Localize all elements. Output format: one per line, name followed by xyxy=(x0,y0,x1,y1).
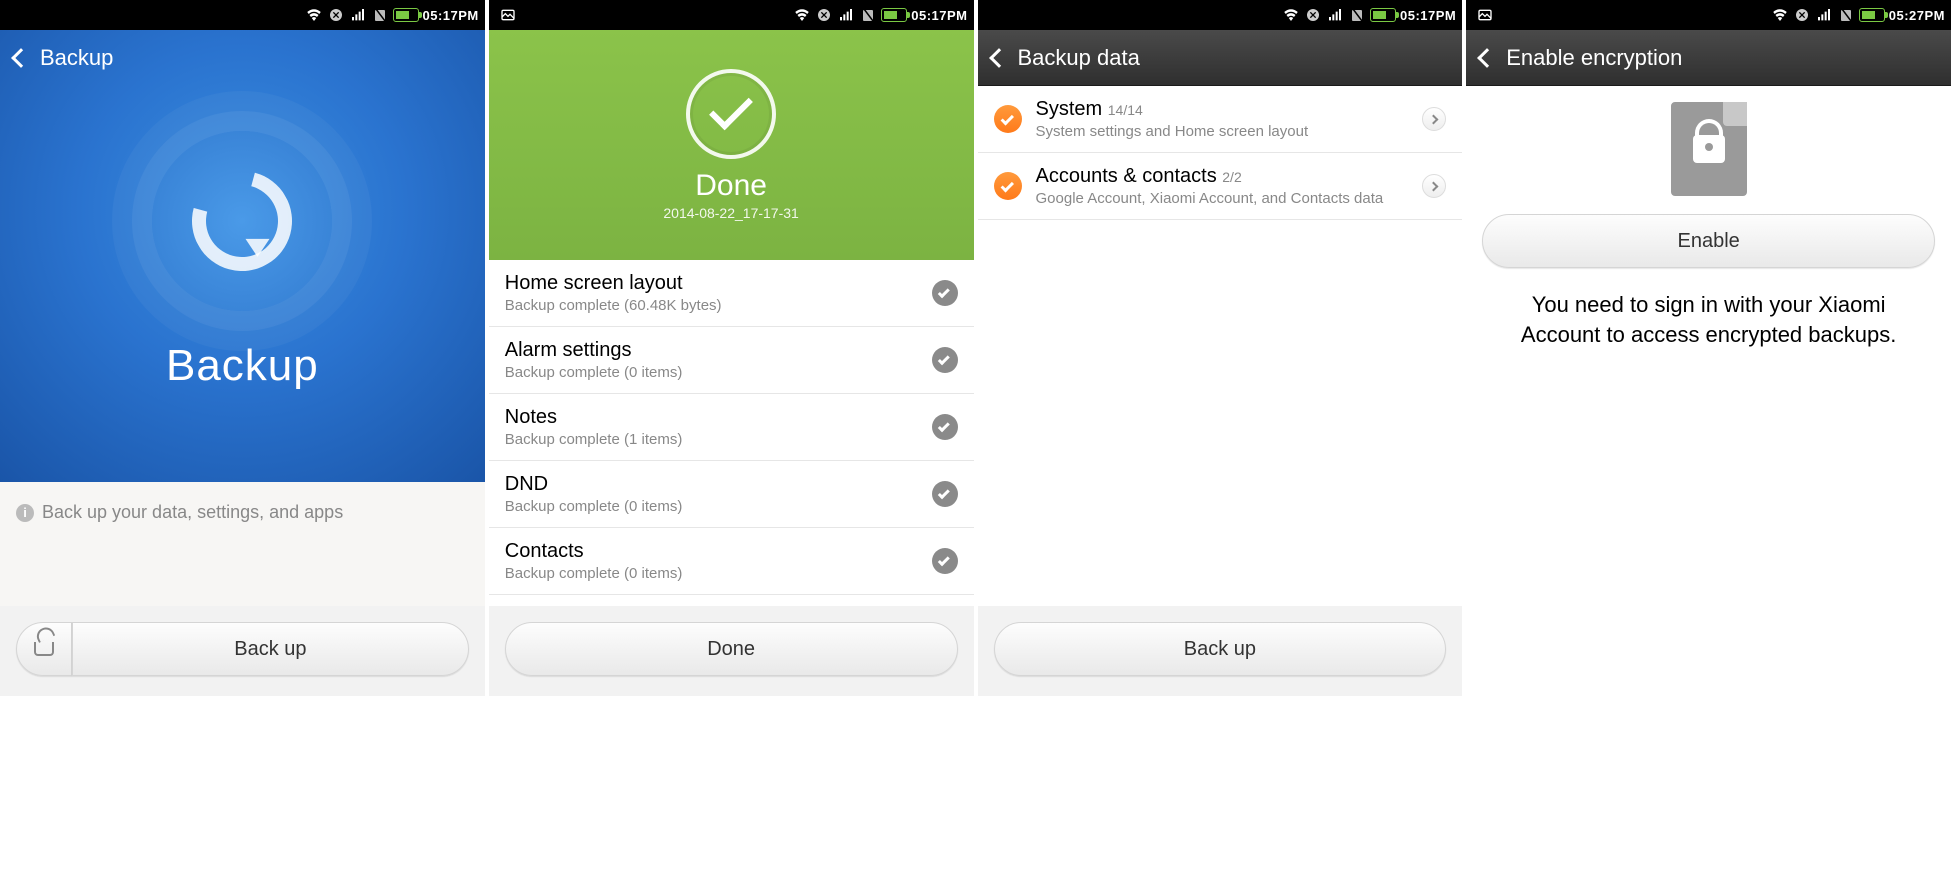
signal-icon xyxy=(349,6,367,24)
sim-icon xyxy=(1304,6,1322,24)
screen-backup-data: 05:17PM Backup data System 14/14 System … xyxy=(978,0,1463,696)
wifi-icon xyxy=(1771,6,1789,24)
encryption-hero: Enable You need to sign in with your Xia… xyxy=(1466,86,1951,349)
signal-icon xyxy=(1815,6,1833,24)
check-icon xyxy=(932,280,958,306)
signal-icon xyxy=(1326,6,1344,24)
enable-button[interactable]: Enable xyxy=(1482,214,1935,268)
signal-icon xyxy=(837,6,855,24)
screen-enable-encryption: 05:27PM Enable encryption Enable You nee… xyxy=(1466,0,1951,696)
sim-icon xyxy=(327,6,345,24)
status-time: 05:27PM xyxy=(1889,8,1945,23)
file-lock-icon xyxy=(1671,102,1747,196)
hint-text: i Back up your data, settings, and apps xyxy=(0,482,485,543)
status-time: 05:17PM xyxy=(423,8,479,23)
done-hero: Done 2014-08-22_17-17-31 xyxy=(489,30,974,260)
no-sim-icon xyxy=(859,6,877,24)
screen-backup-home: 05:17PM Backup Backup i Back up your dat… xyxy=(0,0,485,696)
wifi-icon xyxy=(305,6,323,24)
back-icon[interactable] xyxy=(1477,48,1497,68)
wifi-icon xyxy=(793,6,811,24)
backup-button[interactable]: Back up xyxy=(72,622,469,676)
back-icon[interactable] xyxy=(989,48,1009,68)
check-icon xyxy=(932,481,958,507)
nav-bar: Backup xyxy=(0,30,485,86)
status-bar: 05:17PM xyxy=(489,0,974,30)
nav-title: Backup data xyxy=(1018,45,1140,71)
no-sim-icon xyxy=(371,6,389,24)
checked-icon[interactable] xyxy=(994,105,1022,133)
battery-icon xyxy=(1370,8,1396,22)
check-circle-icon xyxy=(686,69,776,159)
chevron-right-icon[interactable] xyxy=(1422,174,1446,198)
backup-button[interactable]: Back up xyxy=(994,622,1447,676)
backup-category-list: System 14/14 System settings and Home sc… xyxy=(978,86,1463,606)
done-button[interactable]: Done xyxy=(505,622,958,676)
screen-backup-done: 05:17PM Done 2014-08-22_17-17-31 Home sc… xyxy=(489,0,974,696)
check-icon xyxy=(932,548,958,574)
status-time: 05:17PM xyxy=(911,8,967,23)
sim-icon xyxy=(815,6,833,24)
category-row-accounts[interactable]: Accounts & contacts 2/2 Google Account, … xyxy=(978,153,1463,220)
hero-label: Backup xyxy=(166,341,319,391)
list-item[interactable]: Home screen layoutBackup complete (60.48… xyxy=(489,260,974,327)
nav-title: Backup xyxy=(40,45,113,71)
status-bar: 05:17PM xyxy=(0,0,485,30)
backup-result-list[interactable]: Home screen layoutBackup complete (60.48… xyxy=(489,260,974,606)
battery-icon xyxy=(393,8,419,22)
info-icon: i xyxy=(16,504,34,522)
list-item[interactable]: NotesBackup complete (1 items) xyxy=(489,394,974,461)
list-item[interactable]: AccountBackup complete (352.00K bytes) xyxy=(489,595,974,606)
list-item[interactable]: Alarm settingsBackup complete (0 items) xyxy=(489,327,974,394)
nav-bar: Enable encryption xyxy=(1466,30,1951,86)
backup-logo xyxy=(152,131,332,311)
no-sim-icon xyxy=(1837,6,1855,24)
screenshot-icon xyxy=(499,6,517,24)
status-time: 05:17PM xyxy=(1400,8,1456,23)
checked-icon[interactable] xyxy=(994,172,1022,200)
check-icon xyxy=(932,414,958,440)
battery-icon xyxy=(881,8,907,22)
encryption-toggle-button[interactable] xyxy=(16,622,72,676)
backup-button-group: Back up xyxy=(16,622,469,676)
done-timestamp: 2014-08-22_17-17-31 xyxy=(663,205,798,221)
back-icon[interactable] xyxy=(11,48,31,68)
status-bar: 05:27PM xyxy=(1466,0,1951,30)
sim-icon xyxy=(1793,6,1811,24)
wifi-icon xyxy=(1282,6,1300,24)
screenshot-icon xyxy=(1476,6,1494,24)
unlock-icon xyxy=(34,642,54,656)
done-title: Done xyxy=(695,169,767,203)
no-sim-icon xyxy=(1348,6,1366,24)
status-bar: 05:17PM xyxy=(978,0,1463,30)
list-item[interactable]: DNDBackup complete (0 items) xyxy=(489,461,974,528)
list-item[interactable]: ContactsBackup complete (0 items) xyxy=(489,528,974,595)
encryption-message: You need to sign in with your Xiaomi Acc… xyxy=(1466,272,1951,349)
nav-bar: Backup data xyxy=(978,30,1463,86)
battery-icon xyxy=(1859,8,1885,22)
hero-backup: Backup Backup xyxy=(0,30,485,482)
chevron-right-icon[interactable] xyxy=(1422,107,1446,131)
nav-title: Enable encryption xyxy=(1506,45,1682,71)
check-icon xyxy=(932,347,958,373)
category-row-system[interactable]: System 14/14 System settings and Home sc… xyxy=(978,86,1463,153)
